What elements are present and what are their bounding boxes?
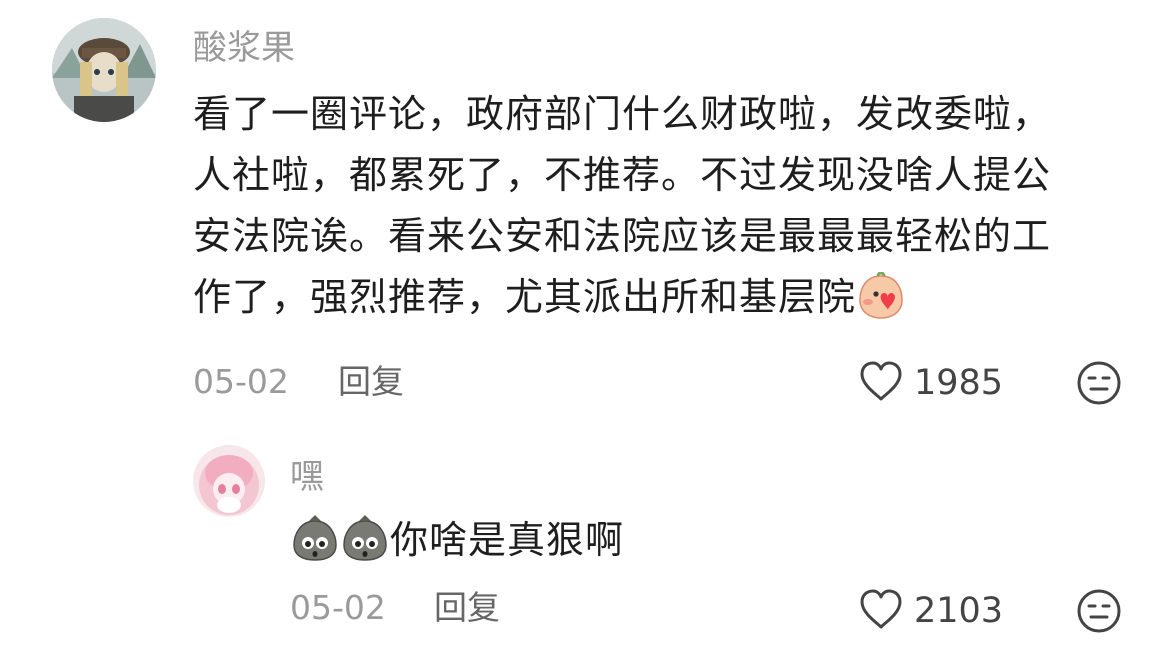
reply-button[interactable]: 回复 bbox=[338, 362, 404, 402]
heart-outline-icon bbox=[858, 588, 904, 634]
reply-text: 你啥是真狠啊 bbox=[390, 518, 625, 562]
comment-line: 看了一圈评论，政府部门什么财政啦，发改委啦， bbox=[193, 92, 1052, 136]
heart-outline-icon bbox=[858, 360, 904, 406]
sack-face-emoji-icon bbox=[290, 513, 340, 581]
like-button[interactable]: 1985 bbox=[858, 360, 1003, 406]
like-count: 2103 bbox=[914, 591, 1004, 631]
comment-line-last: 作了，强烈推荐，尤其派出所和基层院 bbox=[193, 267, 1133, 338]
avatar[interactable] bbox=[52, 18, 156, 122]
dislike-button[interactable] bbox=[1076, 360, 1122, 410]
reply-button[interactable]: 回复 bbox=[434, 588, 500, 628]
sack-face-emoji-icon bbox=[340, 513, 390, 581]
comment-text: 你啥是真狠啊 bbox=[290, 510, 990, 581]
like-button[interactable]: 2103 bbox=[858, 588, 1003, 634]
username[interactable]: 酸浆果 bbox=[193, 28, 295, 68]
kiss-emoji-icon bbox=[856, 271, 906, 338]
avatar[interactable] bbox=[193, 445, 265, 517]
meh-face-icon bbox=[1077, 361, 1121, 405]
dislike-button[interactable] bbox=[1076, 588, 1122, 638]
username[interactable]: 嘿 bbox=[290, 457, 324, 497]
comment-text: 看了一圈评论，政府部门什么财政啦，发改委啦， 人社啦，都累死了，不推荐。不过发现… bbox=[193, 84, 1133, 338]
like-count: 1985 bbox=[914, 363, 1004, 403]
comment-line-text: 作了，强烈推荐，尤其派出所和基层院 bbox=[193, 275, 857, 319]
comment-line: 安法院诶。看来公安和法院应该是最最最轻松的工 bbox=[193, 214, 1052, 258]
comment-line: 人社啦，都累死了，不推荐。不过发现没啥人提公 bbox=[193, 153, 1052, 197]
comment-date: 05-02 bbox=[290, 588, 386, 627]
meh-face-icon bbox=[1077, 589, 1121, 633]
comment-date: 05-02 bbox=[193, 362, 289, 401]
